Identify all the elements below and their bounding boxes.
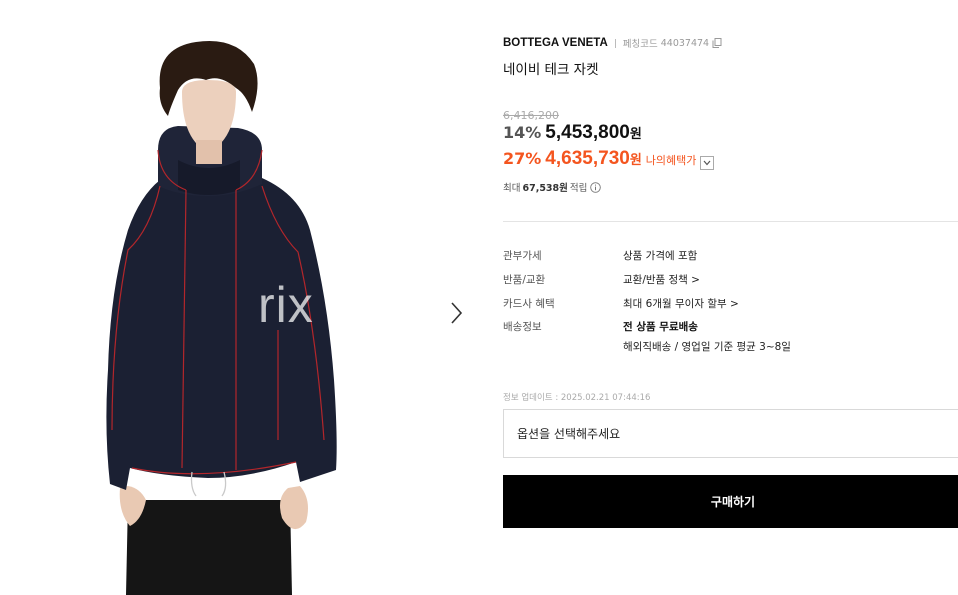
benefit-currency-unit: 원: [629, 153, 642, 168]
spec-label-duty: 관부가세: [503, 250, 542, 262]
points-suffix: 적립: [569, 183, 588, 194]
product-title: 네이비 테크 자켓: [503, 62, 599, 78]
discount-price-row: 14% 5,453,800 원: [503, 122, 642, 144]
update-timestamp: 정보 업데이트 : 2025.02.21 07:44:16: [503, 393, 651, 403]
buy-button-label: 구매하기: [710, 495, 756, 509]
my-benefit-price-row: 27% 4,635,730 원 나의혜택가: [503, 148, 715, 170]
original-price: 6,416,200: [503, 109, 559, 122]
option-select-placeholder: 옵션을 선택해주세요: [517, 427, 621, 441]
divider: [614, 38, 616, 48]
card-benefit-link[interactable]: 최대 6개월 무이자 할부 >: [623, 296, 739, 311]
chevron-down-icon: [703, 160, 711, 166]
spec-label-card: 카드사 혜택: [503, 298, 555, 310]
points-info: 최대 67,538원 적립: [503, 180, 602, 194]
spec-value-duty: 상품 가격에 포함: [623, 250, 698, 262]
brand-name[interactable]: BOTTEGA VENETA: [503, 37, 608, 49]
product-gallery: rix: [0, 0, 480, 595]
benefit-expand-button[interactable]: [700, 156, 715, 170]
spec-label-shipping: 배송정보: [503, 321, 542, 333]
section-divider: [503, 221, 958, 222]
chevron-right-icon[interactable]: [446, 300, 466, 326]
currency-unit: 원: [629, 127, 642, 142]
info-icon[interactable]: [590, 181, 602, 193]
brand-row: BOTTEGA VENETA 페칭코드 44037474: [503, 36, 722, 50]
copy-icon[interactable]: [712, 38, 722, 48]
product-image: [106, 40, 337, 595]
points-value: 67,538원: [522, 183, 568, 194]
points-prefix: 최대: [503, 183, 521, 194]
return-policy-link[interactable]: 교환/반품 정책 >: [623, 272, 700, 287]
my-benefit-label[interactable]: 나의혜택가: [646, 152, 697, 168]
product-code-label: 페칭코드: [622, 39, 658, 50]
spec-value-shipping: 전 상품 무료배송: [623, 321, 698, 333]
buy-button[interactable]: 구매하기: [503, 475, 958, 528]
product-code-value: 44037474: [660, 37, 710, 49]
benefit-price: 4,635,730: [545, 148, 630, 169]
watermark-text: rix: [258, 277, 314, 333]
sale-price: 5,453,800: [545, 122, 630, 143]
spec-value-shipping-detail: 해외직배송 / 영업일 기준 평균 3~8일: [623, 341, 791, 353]
product-info-panel: BOTTEGA VENETA 페칭코드 44037474 네이비 테크 자켓 6…: [503, 0, 958, 595]
benefit-discount-rate: 27%: [503, 149, 542, 168]
discount-rate: 14%: [503, 123, 542, 142]
option-select[interactable]: 옵션을 선택해주세요: [503, 409, 958, 458]
spec-label-return: 반품/교환: [503, 274, 546, 286]
